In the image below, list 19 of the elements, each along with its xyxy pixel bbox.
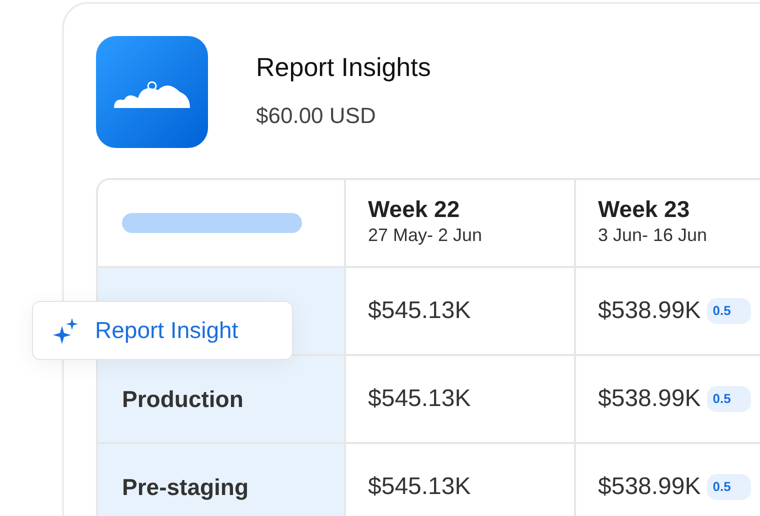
- table-cell-text: $538.99K: [598, 296, 701, 326]
- row-label: Production: [122, 384, 244, 414]
- column-dates: 27 May- 2 Jun: [368, 224, 484, 248]
- product-price: $60.00 USD: [256, 102, 377, 130]
- column-title: Week 22: [368, 196, 461, 222]
- column-title: Week 23: [598, 196, 691, 222]
- table-cell-text: $545.13K: [368, 384, 471, 414]
- sparkle-icon: [53, 318, 79, 344]
- table-cell-text: $545.13K: [368, 296, 471, 326]
- table-cell-text: $538.99K: [598, 472, 701, 502]
- change-badge: 0.5: [706, 386, 751, 412]
- table-cell-text: $545.13K: [368, 472, 471, 502]
- product-title: Report Insights: [256, 51, 431, 84]
- change-badge: 0.5: [706, 298, 751, 324]
- change-badge: 0.5: [706, 474, 751, 500]
- report-insight-button[interactable]: Report Insight: [32, 301, 293, 360]
- column-dates: 3 Jun- 16 Jun: [598, 224, 708, 248]
- table-cell-text: $538.99K: [598, 384, 701, 414]
- row-label: Pre-staging: [122, 472, 250, 502]
